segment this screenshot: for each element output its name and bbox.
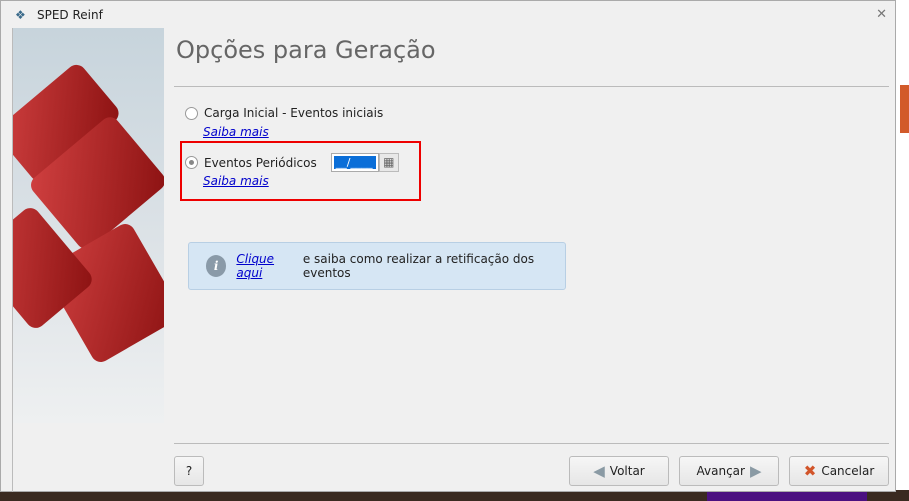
- cancel-label: Cancelar: [821, 464, 875, 478]
- option-label: Carga Inicial - Eventos iniciais: [204, 106, 384, 120]
- divider: [174, 86, 889, 87]
- page-title: Opções para Geração: [176, 36, 436, 64]
- puzzle-illustration: [13, 28, 164, 423]
- dialog-window: ❖ SPED Reinf ✕ Opções para Geração Carga…: [0, 0, 896, 492]
- back-button[interactable]: ◀ Voltar: [569, 456, 669, 486]
- clique-aqui-link[interactable]: Clique aqui: [236, 252, 298, 280]
- app-icon: ❖: [15, 8, 26, 22]
- info-box: i Clique aqui e saiba como realizar a re…: [188, 242, 566, 290]
- next-label: Avançar: [696, 464, 745, 478]
- radio-carga-inicial[interactable]: [185, 106, 198, 120]
- saiba-mais-link-1[interactable]: Saiba mais: [203, 125, 269, 139]
- help-button[interactable]: ?: [174, 456, 204, 486]
- option-eventos-periodicos[interactable]: Eventos Periódicos __/____ ▦: [185, 153, 399, 172]
- info-icon: i: [206, 255, 227, 277]
- back-label: Voltar: [609, 464, 645, 478]
- arrow-left-icon: ◀: [593, 462, 605, 480]
- period-date-input[interactable]: __/____: [330, 153, 379, 172]
- close-icon[interactable]: ✕: [876, 7, 887, 22]
- title-bar: ❖ SPED Reinf: [1, 1, 895, 29]
- date-value: __/____: [333, 156, 376, 169]
- cancel-x-icon: ✖: [803, 462, 817, 480]
- info-text: e saiba como realizar a retificação dos …: [302, 252, 535, 280]
- window-title: SPED Reinf: [37, 8, 103, 22]
- option-label: Eventos Periódicos: [204, 155, 317, 170]
- cancel-button[interactable]: ✖ Cancelar: [789, 456, 889, 486]
- wizard-panel: Opções para Geração Carga Inicial - Even…: [12, 28, 897, 492]
- divider: [174, 443, 889, 444]
- background-window: [896, 0, 909, 501]
- arrow-right-icon: ▶: [749, 462, 762, 480]
- saiba-mais-link-2[interactable]: Saiba mais: [203, 174, 269, 188]
- radio-eventos-periodicos[interactable]: [185, 156, 198, 169]
- option-carga-inicial[interactable]: Carga Inicial - Eventos iniciais: [185, 106, 383, 120]
- next-button[interactable]: Avançar ▶: [679, 456, 779, 486]
- calendar-icon[interactable]: ▦: [378, 153, 399, 172]
